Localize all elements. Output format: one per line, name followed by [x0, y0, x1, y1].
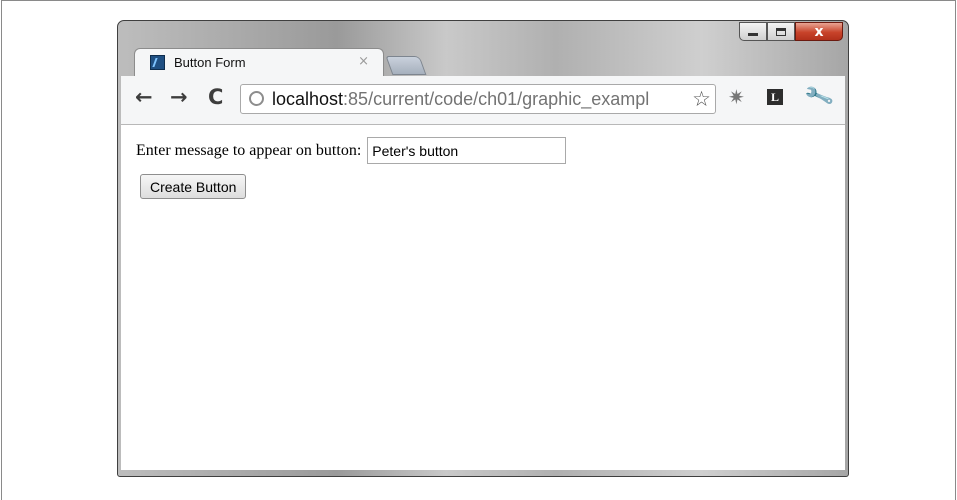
url-text[interactable]: localhost:85/current/code/ch01/graphic_e… — [272, 89, 649, 110]
page-border-top — [1, 0, 956, 1]
tab-close-icon[interactable]: × — [358, 54, 369, 69]
page-border-right — [955, 0, 956, 500]
message-form-row: Enter message to appear on button: — [136, 137, 567, 164]
address-bar[interactable]: localhost:85/current/code/ch01/graphic_e… — [240, 84, 716, 114]
tab-title: Button Form — [174, 55, 246, 70]
l-icon[interactable]: L — [767, 89, 783, 105]
close-icon: x — [814, 23, 824, 40]
wrench-icon[interactable]: 🔧 — [803, 80, 836, 112]
globe-icon — [249, 91, 264, 106]
message-input[interactable] — [367, 137, 567, 164]
reload-icon[interactable]: C — [208, 87, 223, 108]
browser-window: x Button Form × ← → C localhost:85/curre… — [117, 20, 849, 477]
maximize-button[interactable] — [767, 22, 795, 41]
url-path: :85/current/code/ch01/graphic_exampl — [343, 89, 650, 109]
create-button[interactable]: Create Button — [140, 174, 247, 199]
page-border-left — [1, 0, 2, 500]
minimize-icon — [748, 33, 758, 36]
tab-button-form[interactable]: Button Form × — [134, 48, 384, 76]
new-tab-button[interactable] — [385, 56, 427, 75]
message-label: Enter message to appear on button: — [136, 141, 362, 159]
browser-toolbar: ← → C localhost:85/current/code/ch01/gra… — [121, 76, 845, 125]
window-controls: x — [739, 22, 843, 41]
url-host: localhost — [272, 89, 344, 109]
gear-icon[interactable]: ✷ — [728, 85, 745, 109]
app-icon — [150, 55, 165, 70]
star-icon[interactable]: ☆ — [690, 87, 711, 111]
maximize-icon — [776, 27, 786, 36]
page-content: Enter message to appear on button: Creat… — [121, 125, 845, 470]
back-icon[interactable]: ← — [135, 87, 153, 108]
forward-icon[interactable]: → — [170, 87, 188, 108]
minimize-button[interactable] — [739, 22, 767, 41]
close-window-button[interactable]: x — [795, 22, 843, 41]
